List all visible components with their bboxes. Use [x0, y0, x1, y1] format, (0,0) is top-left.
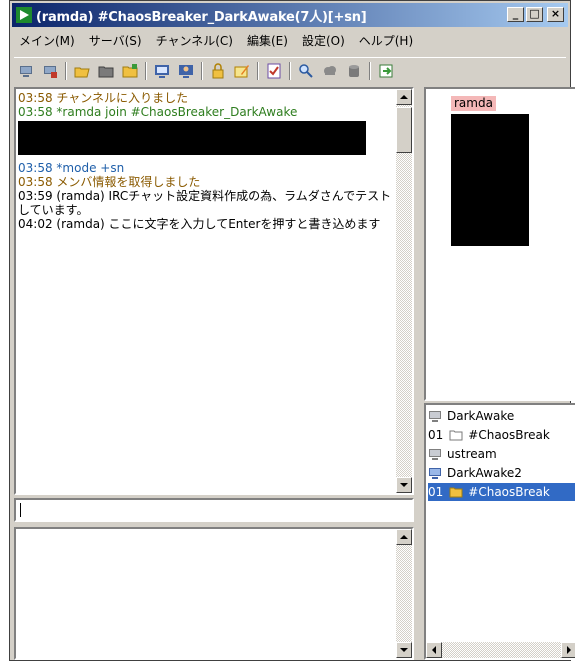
- scroll-thumb[interactable]: [396, 107, 412, 153]
- server-icon: [428, 409, 442, 423]
- log-line: 03:58 *mode +sn: [18, 161, 125, 175]
- log-line: 04:02 (ramda) ここに文字を入力してEnterを押すと書き込めます: [18, 217, 381, 231]
- export-icon[interactable]: [376, 61, 396, 81]
- scroll-up-button[interactable]: [396, 89, 412, 105]
- window-title: (ramda) #ChaosBreaker_DarkAwake(7人)[+sn]: [36, 9, 367, 25]
- tree-hscrollbar[interactable]: [426, 642, 575, 658]
- app-icon: [16, 7, 32, 23]
- checklist-icon[interactable]: [264, 61, 284, 81]
- window-controls: _ □ ×: [507, 7, 564, 22]
- chat-log[interactable]: 03:58 チャンネルに入りました 03:58 *ramda join #Cha…: [14, 87, 414, 495]
- database-icon[interactable]: [344, 61, 364, 81]
- scroll-left-button[interactable]: [426, 642, 442, 658]
- redaction-block: [451, 114, 529, 246]
- cloud-icon[interactable]: [320, 61, 340, 81]
- tree-item-selected[interactable]: 01 #ChaosBreak: [428, 483, 575, 501]
- magnifier-icon[interactable]: [296, 61, 316, 81]
- user-list[interactable]: ramda: [424, 87, 575, 401]
- log-line: 03:58 チャンネルに入りました: [18, 91, 189, 105]
- toolbar-separator: [257, 62, 259, 80]
- menu-settings[interactable]: 設定(O): [295, 32, 352, 49]
- log-line: 03:58 *ramda join #ChaosBreaker_DarkAwak…: [18, 105, 298, 119]
- toolbar-separator: [65, 62, 67, 80]
- log-scrollbar[interactable]: [396, 89, 412, 493]
- tree-item[interactable]: DarkAwake2: [428, 464, 522, 482]
- monitor-icon[interactable]: [152, 61, 172, 81]
- toolbar-separator: [145, 62, 147, 80]
- log-line: 03:58 メンバ情報を取得しました: [18, 175, 201, 189]
- folder-icon: [449, 428, 463, 442]
- server-tree[interactable]: DarkAwake 01 #ChaosBreak ustream DarkAwa…: [424, 403, 575, 660]
- toolbar-separator: [369, 62, 371, 80]
- menu-channel[interactable]: チャンネル(C): [149, 32, 240, 49]
- title-bar[interactable]: (ramda) #ChaosBreaker_DarkAwake(7人)[+sn]…: [12, 3, 568, 27]
- maximize-button[interactable]: □: [526, 7, 543, 22]
- memo-scrollbar[interactable]: [396, 529, 412, 658]
- toolbar-separator: [289, 62, 291, 80]
- tree-item[interactable]: DarkAwake: [428, 407, 514, 425]
- menu-help[interactable]: ヘルプ(H): [352, 32, 420, 49]
- nick-item[interactable]: ramda: [451, 96, 496, 111]
- server-icon: [428, 447, 442, 461]
- tree-item[interactable]: ustream: [428, 445, 497, 463]
- tree-item[interactable]: 01 #ChaosBreak: [428, 426, 550, 444]
- redaction-block: [18, 121, 366, 155]
- scroll-up-button[interactable]: [396, 529, 412, 545]
- menu-main[interactable]: メイン(M): [12, 32, 82, 49]
- close-button[interactable]: ×: [547, 7, 564, 22]
- log-lines: 03:58 チャンネルに入りました 03:58 *ramda join #Cha…: [18, 91, 396, 231]
- minimize-button[interactable]: _: [507, 7, 524, 22]
- toolbar-separator: [201, 62, 203, 80]
- message-input[interactable]: [14, 498, 414, 522]
- scroll-right-button[interactable]: [561, 642, 575, 658]
- toolbar: [14, 57, 566, 84]
- scroll-down-button[interactable]: [396, 477, 412, 493]
- server-icon: [428, 466, 442, 480]
- menu-server[interactable]: サーバ(S): [82, 32, 149, 49]
- folder-add-icon[interactable]: [120, 61, 140, 81]
- lock-icon[interactable]: [208, 61, 228, 81]
- folder-open-icon[interactable]: [72, 61, 92, 81]
- menu-bar: メイン(M) サーバ(S) チャンネル(C) 編集(E) 設定(O) ヘルプ(H…: [12, 29, 420, 51]
- server-icon[interactable]: [16, 61, 36, 81]
- folder-icon: [449, 485, 463, 499]
- folder-icon[interactable]: [96, 61, 116, 81]
- person-monitor-icon[interactable]: [176, 61, 196, 81]
- text-caret: [20, 503, 21, 517]
- edit-icon[interactable]: [232, 61, 252, 81]
- memo-pane[interactable]: [14, 527, 414, 660]
- log-line: 03:59 (ramda) IRCチャット設定資料作成の為、ラムダさんでテストし…: [18, 189, 392, 217]
- menu-edit[interactable]: 編集(E): [240, 32, 295, 49]
- server-disconnect-icon[interactable]: [40, 61, 60, 81]
- app-window: (ramda) #ChaosBreaker_DarkAwake(7人)[+sn]…: [9, 0, 575, 661]
- scroll-down-button[interactable]: [396, 642, 412, 658]
